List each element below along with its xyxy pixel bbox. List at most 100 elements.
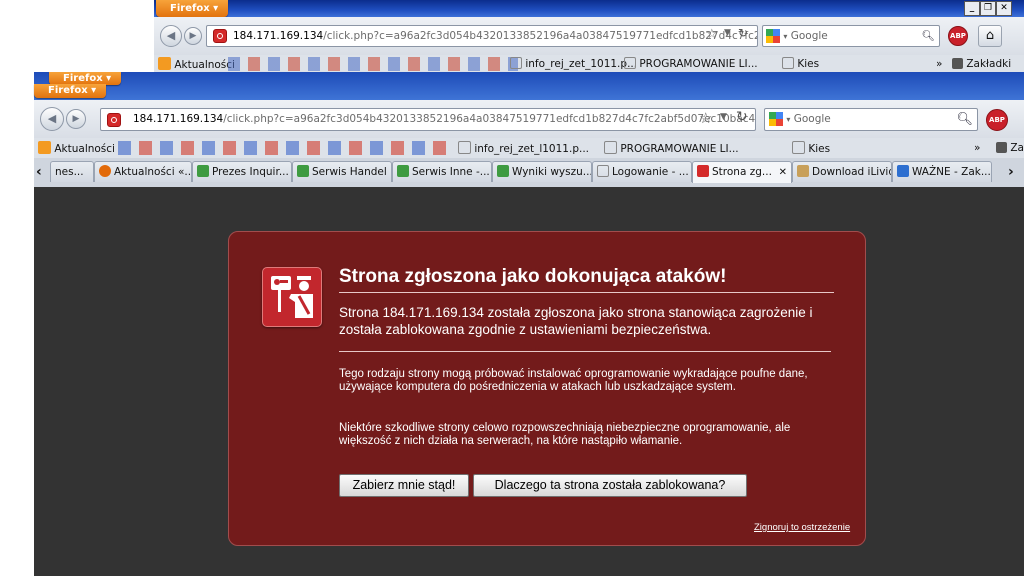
back-navbar: ◀ ▶ 184.171.169.134/click.php?c=a96a2fc3…	[154, 17, 1024, 56]
site-icon	[897, 165, 909, 177]
tab[interactable]: Serwis Handel	[292, 161, 392, 182]
back-bookmark-programowanie[interactable]: PROGRAMOWANIE LI...	[624, 57, 758, 71]
page-icon	[624, 57, 636, 69]
front-google-engine-icon[interactable]	[769, 112, 783, 126]
back-home-button[interactable]: ⌂	[978, 25, 1002, 47]
back-forward-button[interactable]: ▶	[184, 27, 202, 45]
front-titlebar	[34, 72, 1024, 100]
site-icon	[397, 165, 409, 177]
back-close-button[interactable]: ✕	[996, 1, 1012, 16]
front-search-placeholder: Google	[793, 113, 831, 125]
warning-paragraph-1: Tego rodzaju strony mogą próbować instal…	[339, 368, 808, 393]
front-bookmarks-overflow[interactable]: »	[974, 141, 980, 155]
back-dropdown-icon[interactable]: ▼	[724, 28, 731, 38]
tab[interactable]: Aktualności «...	[94, 161, 192, 182]
back-back-button[interactable]: ◀	[160, 25, 182, 47]
tabs-scroll-left-button[interactable]: ‹	[36, 164, 42, 180]
ignore-warning-link[interactable]: Zignoruj to ostrzeżenie	[754, 522, 850, 533]
front-dropdown-icon[interactable]: ▼	[720, 112, 727, 122]
site-icon	[197, 165, 209, 177]
rss-icon	[38, 141, 51, 154]
blocked-site-icon	[697, 165, 709, 177]
front-adblock-icon[interactable]: ABP	[986, 109, 1008, 131]
back-bookmark-aktualnosci[interactable]: Aktualności	[158, 57, 235, 71]
get-me-out-button[interactable]: Zabierz mnie stąd!	[339, 474, 469, 497]
back-url-bar[interactable]: 184.171.169.134/click.php?c=a96a2fc3d054…	[206, 25, 758, 47]
warning-lead-text: Strona 184.171.169.134 została zgłoszona…	[339, 305, 813, 337]
tab[interactable]: Prezes Inquir...	[192, 161, 292, 182]
site-icon	[497, 165, 509, 177]
front-bookmarks-toolbar: Aktualności info_rej_zet_l1011.p... PROG…	[34, 138, 1024, 159]
page-content: Strona zgłoszona jako dokonująca ataków!…	[34, 187, 1024, 576]
tabs-scroll-right-button[interactable]: ›	[1008, 164, 1014, 180]
rss-icon	[158, 57, 171, 70]
tab[interactable]: Wyniki wyszu...	[492, 161, 592, 182]
site-icon	[797, 165, 809, 177]
back-reload-icon[interactable]: ↻	[738, 26, 748, 40]
front-navbar: ◀ ▶ 184.171.169.134/click.php?c=a96a2fc3…	[34, 100, 1024, 139]
site-icon	[99, 165, 111, 177]
page-icon	[597, 165, 609, 177]
back-adblock-icon[interactable]: ABP	[948, 26, 968, 46]
page-icon	[782, 57, 794, 69]
tab[interactable]: Download iLivid	[792, 161, 892, 182]
front-forward-button[interactable]: ▶	[66, 109, 86, 129]
front-blocked-site-icon	[107, 113, 121, 127]
warning-paragraph-2: Niektóre szkodliwe strony celowo rozpows…	[339, 422, 791, 447]
back-bookmarks-menu[interactable]: Zakładki	[952, 57, 1011, 71]
back-firefox-menu-button[interactable]: Firefox ▾	[156, 0, 229, 17]
back-bookmark-icon-row[interactable]	[228, 57, 518, 71]
back-browser-window: Firefox ▾ _ ❐ ✕ ◀ ▶ 184.171.169.134/clic…	[154, 0, 1024, 73]
front-bookmark-aktualnosci[interactable]: Aktualności	[38, 141, 115, 155]
page-icon	[792, 141, 805, 154]
why-blocked-button[interactable]: Dlaczego ta strona została zablokowana?	[473, 474, 747, 497]
front-star-icon[interactable]: ☆	[699, 109, 712, 127]
back-search-placeholder: Google	[790, 30, 828, 42]
tab[interactable]: Serwis Inne -...	[392, 161, 492, 182]
site-icon	[297, 165, 309, 177]
front-search-icon[interactable]: 🔍︎	[956, 109, 973, 130]
front-back-button[interactable]: ◀	[40, 107, 64, 131]
back-url-path: /click.php?c=a96a2fc3d054b4320133852196a…	[323, 30, 757, 42]
front-search-bar[interactable]: ▾ Google 🔍︎	[764, 108, 978, 131]
page-icon	[458, 141, 471, 154]
back-minimize-button[interactable]: _	[964, 1, 980, 16]
back-restore-button[interactable]: ❐	[980, 1, 996, 16]
back-star-icon[interactable]: ☆	[706, 27, 718, 42]
back-url-host: 184.171.169.134	[233, 30, 324, 42]
back-bookmark-kies[interactable]: Kies	[782, 57, 819, 71]
tab[interactable]: nes...	[50, 161, 94, 182]
front-reload-icon[interactable]: ↻	[736, 109, 748, 125]
policeman-warning-icon	[262, 267, 322, 327]
front-url-host: 184.171.169.134	[133, 113, 224, 125]
bookmarks-folder-icon	[952, 58, 963, 69]
tab-close-icon[interactable]: ✕	[779, 162, 787, 183]
warning-title: Strona zgłoszona jako dokonująca ataków!	[339, 266, 834, 293]
front-browser-window: Firefox ▾ Firefox ▾ ◀ ▶ 184.171.169.134/…	[34, 72, 1024, 188]
front-bookmark-programowanie[interactable]: PROGRAMOWANIE LI...	[604, 141, 739, 155]
page-icon	[604, 141, 617, 154]
front-bookmarks-menu[interactable]: Za	[996, 141, 1024, 155]
tab[interactable]: Logowanie - ...	[592, 161, 692, 182]
front-url-path: /click.php?c=a96a2fc3d054b4320133852196a…	[223, 113, 756, 125]
front-bookmark-icon-row[interactable]	[118, 141, 448, 155]
back-titlebar	[154, 0, 1024, 17]
back-bookmarks-toolbar: Aktualności info_rej_zet_1011.p... PROGR…	[154, 55, 1024, 73]
tab-active[interactable]: Strona zg... ✕	[692, 161, 792, 183]
tab[interactable]: WAŻNE - Zak...	[892, 161, 992, 182]
back-blocked-site-icon	[213, 29, 227, 43]
front-tab-bar: ‹ nes... Aktualności «... Prezes Inquir.…	[34, 158, 1024, 188]
page-icon	[510, 57, 522, 69]
back-bookmarks-overflow[interactable]: »	[936, 57, 942, 71]
front-firefox-menu-button[interactable]: Firefox ▾	[34, 84, 107, 98]
warning-divider	[339, 351, 831, 352]
bookmarks-folder-icon	[996, 142, 1007, 153]
back-search-bar[interactable]: ▾ Google 🔍︎	[762, 25, 940, 47]
back-bookmark-info-rej[interactable]: info_rej_zet_1011.p...	[510, 57, 637, 71]
front-bookmark-kies[interactable]: Kies	[792, 141, 830, 155]
attack-site-warning-box: Strona zgłoszona jako dokonująca ataków!…	[228, 231, 866, 546]
back-search-icon[interactable]: 🔍︎	[922, 26, 935, 46]
back-google-engine-icon[interactable]	[766, 29, 780, 43]
front-bookmark-info-rej[interactable]: info_rej_zet_l1011.p...	[458, 141, 589, 155]
front-url-bar[interactable]: 184.171.169.134/click.php?c=a96a2fc3d054…	[100, 108, 756, 131]
